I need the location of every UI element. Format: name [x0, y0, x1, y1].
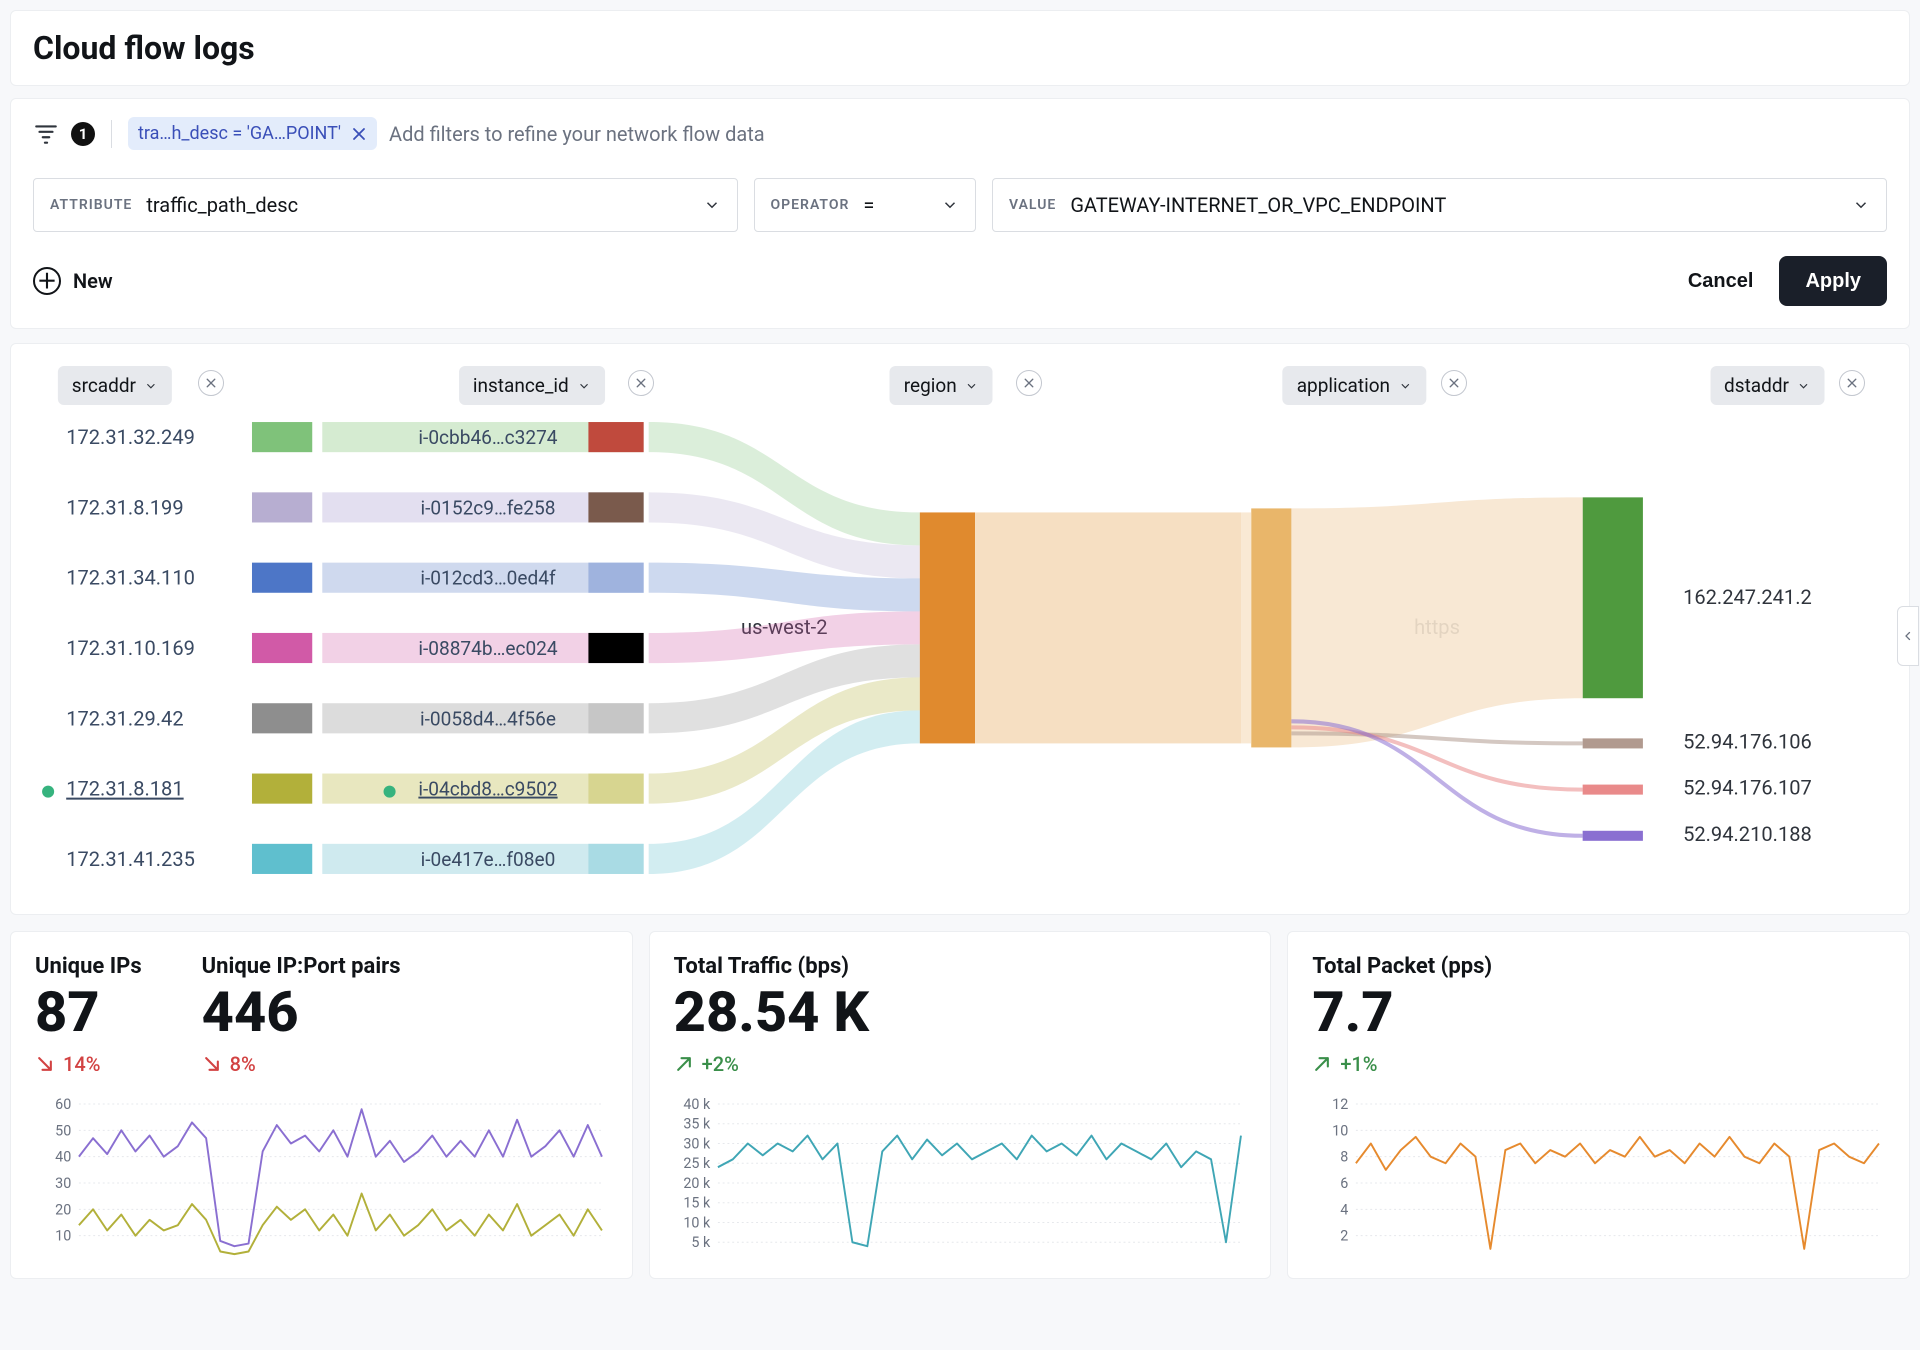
arrow-up-right-icon [1312, 1054, 1332, 1074]
attribute-select[interactable]: ATTRIBUTE traffic_path_desc [33, 178, 738, 232]
svg-text:10 k: 10 k [683, 1213, 710, 1231]
svg-text:30 k: 30 k [683, 1134, 710, 1152]
stat-card-ips: Unique IPs 87 14% Unique IP:Port pairs 4… [10, 931, 633, 1279]
svg-text:20 k: 20 k [683, 1174, 710, 1192]
new-filter-button[interactable]: ＋ New [33, 267, 113, 295]
dimension-remove-instance_id[interactable] [628, 370, 654, 396]
page-title: Cloud flow logs [33, 29, 1887, 67]
dimension-pill-region[interactable]: region [890, 366, 993, 405]
value-select[interactable]: VALUE GATEWAY-INTERNET_OR_VPC_ENDPOINT [992, 178, 1887, 232]
dimension-remove-application[interactable] [1441, 370, 1467, 396]
svg-text:52.94.176.107: 52.94.176.107 [1683, 776, 1812, 800]
chevron-down-icon [577, 379, 591, 393]
svg-text:172.31.32.249: 172.31.32.249 [66, 425, 195, 449]
stat-card-packet: Total Packet (pps) 7.7 +1% 2 4 6 8 10 12 [1287, 931, 1910, 1279]
svg-text:25 k: 25 k [683, 1154, 710, 1172]
svg-text:172.31.10.169: 172.31.10.169 [66, 636, 195, 660]
svg-text:i-0cbb46…c3274: i-0cbb46…c3274 [418, 426, 557, 449]
svg-text:30: 30 [55, 1174, 71, 1192]
filter-icon[interactable] [33, 121, 59, 147]
stat-value: 87 [35, 983, 142, 1042]
svg-text:52.94.176.106: 52.94.176.106 [1683, 729, 1812, 753]
svg-text:i-0e417e…f08e0: i-0e417e…f08e0 [421, 848, 556, 871]
stat-delta: +2% [674, 1052, 1247, 1076]
chevron-down-icon [1398, 379, 1412, 393]
svg-text:4: 4 [1341, 1200, 1349, 1218]
svg-text:20: 20 [55, 1200, 71, 1218]
stat-title: Total Traffic (bps) [674, 954, 1247, 979]
svg-text:40: 40 [55, 1147, 71, 1165]
dimension-remove-dstaddr[interactable] [1839, 370, 1865, 396]
svg-text:i-04cbd8…c9502: i-04cbd8…c9502 [418, 778, 557, 801]
stat-title: Unique IP:Port pairs [202, 954, 401, 979]
apply-button[interactable]: Apply [1779, 256, 1887, 306]
filter-hint: Add filters to refine your network flow … [389, 122, 765, 146]
collapse-panel-handle[interactable] [1897, 606, 1919, 666]
svg-text:172.31.29.42: 172.31.29.42 [66, 706, 183, 730]
dimension-pill-instance_id[interactable]: instance_id [459, 366, 605, 405]
arrow-down-right-icon [35, 1054, 55, 1074]
stat-value: 28.54 K [674, 983, 1247, 1042]
svg-text:60: 60 [55, 1098, 71, 1113]
plus-icon: ＋ [33, 267, 61, 295]
stat-delta: 14% [35, 1052, 142, 1076]
filter-chip[interactable]: tra…h_desc = 'GA…POINT' [128, 117, 377, 150]
svg-text:162.247.241.2: 162.247.241.2 [1683, 585, 1812, 609]
svg-text:50: 50 [55, 1121, 71, 1139]
dimension-pill-srcaddr[interactable]: srcaddr [58, 366, 172, 405]
chevron-down-icon [144, 379, 158, 393]
stat-title: Unique IPs [35, 954, 142, 979]
svg-text:i-012cd3…0ed4f: i-012cd3…0ed4f [420, 567, 556, 590]
arrow-down-right-icon [202, 1054, 222, 1074]
svg-text:172.31.41.235: 172.31.41.235 [66, 847, 195, 871]
stat-card-traffic: Total Traffic (bps) 28.54 K +2% 5 k 10 k 1… [649, 931, 1272, 1279]
dimension-remove-region[interactable] [1016, 370, 1042, 396]
svg-text:52.94.210.188: 52.94.210.188 [1683, 822, 1812, 846]
stat-delta: 8% [202, 1052, 401, 1076]
cancel-button[interactable]: Cancel [1662, 256, 1780, 306]
arrow-up-right-icon [674, 1054, 694, 1074]
chevron-down-icon [703, 196, 721, 214]
close-icon[interactable] [351, 126, 367, 142]
svg-text:2: 2 [1341, 1226, 1349, 1244]
svg-text:35 k: 35 k [683, 1114, 710, 1132]
stat-value: 446 [202, 983, 401, 1042]
chevron-down-icon [941, 196, 959, 214]
chevron-down-icon [1797, 379, 1811, 393]
active-filter-count: 1 [71, 122, 95, 146]
svg-text:172.31.8.199: 172.31.8.199 [66, 495, 183, 519]
operator-select[interactable]: OPERATOR = [754, 178, 976, 232]
svg-text:12: 12 [1333, 1098, 1349, 1113]
svg-text:10: 10 [55, 1226, 71, 1244]
stat-title: Total Packet (pps) [1312, 954, 1885, 979]
stat-value: 7.7 [1312, 983, 1885, 1042]
svg-text:6: 6 [1341, 1174, 1349, 1192]
svg-text:15 k: 15 k [683, 1193, 710, 1211]
svg-text:172.31.8.181: 172.31.8.181 [66, 777, 183, 801]
chevron-down-icon [965, 379, 979, 393]
svg-text:8: 8 [1341, 1147, 1349, 1165]
dimension-remove-srcaddr[interactable] [198, 370, 224, 396]
dimension-pill-dstaddr[interactable]: dstaddr [1710, 366, 1825, 405]
stat-delta: +1% [1312, 1052, 1885, 1076]
svg-text:i-08874b…ec024: i-08874b…ec024 [418, 637, 558, 660]
svg-text:i-0152c9…fe258: i-0152c9…fe258 [421, 496, 556, 519]
svg-text:40 k: 40 k [683, 1098, 710, 1113]
dimension-pill-application[interactable]: application [1283, 366, 1426, 405]
svg-text:5 k: 5 k [691, 1233, 710, 1251]
svg-text:i-0058d4…4f56e: i-0058d4…4f56e [420, 707, 556, 730]
svg-text:172.31.34.110: 172.31.34.110 [66, 566, 195, 590]
chevron-down-icon [1852, 196, 1870, 214]
svg-text:10: 10 [1333, 1121, 1349, 1139]
